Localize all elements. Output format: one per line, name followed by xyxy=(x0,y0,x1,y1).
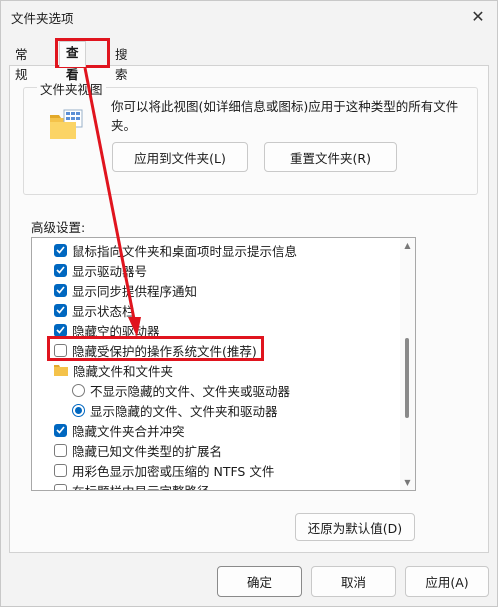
list-item-label: 隐藏文件夹合并冲突 xyxy=(72,423,185,439)
tab-general[interactable]: 常规 xyxy=(9,45,34,82)
list-item-label: 在标题栏中显示完整路径 xyxy=(72,483,210,491)
radio-unchecked-icon[interactable] xyxy=(72,383,85,397)
checkbox-checked-icon[interactable] xyxy=(54,263,67,277)
scroll-thumb[interactable] xyxy=(405,338,409,418)
ok-button[interactable]: 确定 xyxy=(217,566,302,597)
list-item-label: 隐藏文件和文件夹 xyxy=(73,363,174,379)
list-item-label: 不显示隐藏的文件、文件夹或驱动器 xyxy=(90,383,291,399)
cancel-button[interactable]: 取消 xyxy=(311,566,396,597)
list-item-sync-notifications[interactable]: 显示同步提供程序通知 xyxy=(54,280,415,300)
list-item-label: 显示状态栏 xyxy=(72,303,135,319)
checkbox-checked-icon[interactable] xyxy=(54,303,67,317)
apply-button[interactable]: 应用(A) xyxy=(405,566,489,597)
restore-defaults-button[interactable]: 还原为默认值(D) xyxy=(295,513,415,541)
list-item-hidden-files-group: 隐藏文件和文件夹 xyxy=(54,360,415,380)
list-item-dont-show-hidden[interactable]: 不显示隐藏的文件、文件夹或驱动器 xyxy=(72,380,415,400)
tab-view[interactable]: 查看 xyxy=(59,41,86,82)
list-item-label: 鼠标指向文件夹和桌面项时显示提示信息 xyxy=(72,243,298,259)
checkbox-unchecked-icon[interactable] xyxy=(54,463,67,477)
radio-checked-icon[interactable] xyxy=(72,403,85,417)
checkbox-checked-icon[interactable] xyxy=(54,243,67,257)
list-item-show-hidden[interactable]: 显示隐藏的文件、文件夹和驱动器 xyxy=(72,400,415,420)
list-item-color-ntfs[interactable]: 用彩色显示加密或压缩的 NTFS 文件 xyxy=(54,460,415,480)
list-item-show-tooltips[interactable]: 鼠标指向文件夹和桌面项时显示提示信息 xyxy=(54,240,415,260)
list-item-label: 隐藏已知文件类型的扩展名 xyxy=(72,443,223,459)
list-item-label: 显示驱动器号 xyxy=(72,263,148,279)
checkbox-checked-icon[interactable] xyxy=(54,283,67,297)
list-item-hide-merge-conflicts[interactable]: 隐藏文件夹合并冲突 xyxy=(54,420,415,440)
list-item-label: 用彩色显示加密或压缩的 NTFS 文件 xyxy=(72,463,275,479)
advanced-settings-list[interactable]: 鼠标指向文件夹和桌面项时显示提示信息 显示驱动器号 显示同步提供程序通知 显示状… xyxy=(31,237,416,491)
list-item-label: 显示隐藏的文件、文件夹和驱动器 xyxy=(90,403,278,419)
list-item-label: 显示同步提供程序通知 xyxy=(72,283,198,299)
folder-icon xyxy=(54,364,68,376)
advanced-settings-label: 高级设置: xyxy=(31,220,86,235)
folder-options-dialog: 文件夹选项 ✕ 常规 查看 搜索 文件夹视图 你可以将此视图(如详细信息或图标)… xyxy=(0,0,498,607)
checkbox-unchecked-icon[interactable] xyxy=(54,443,67,457)
window-title: 文件夹选项 xyxy=(11,11,74,26)
tab-search[interactable]: 搜索 xyxy=(109,45,134,82)
scroll-up-icon[interactable]: ▲ xyxy=(403,241,412,250)
title-bar: 文件夹选项 ✕ xyxy=(1,1,497,35)
apply-to-folders-button[interactable]: 应用到文件夹(L) xyxy=(112,142,248,172)
list-scrollbar[interactable]: ▲ ▼ xyxy=(400,238,415,490)
highlight-box-protected-files xyxy=(47,336,264,361)
scroll-down-icon[interactable]: ▼ xyxy=(403,478,412,487)
checkbox-unchecked-icon[interactable] xyxy=(54,483,67,490)
list-item-show-drive-letters[interactable]: 显示驱动器号 xyxy=(54,260,415,280)
folder-views-description: 你可以将此视图(如详细信息或图标)应用于这种类型的所有文件夹。 xyxy=(111,99,459,133)
checkbox-checked-icon[interactable] xyxy=(54,423,67,437)
list-item-hide-extensions[interactable]: 隐藏已知文件类型的扩展名 xyxy=(54,440,415,460)
list-item-full-path-title[interactable]: 在标题栏中显示完整路径 xyxy=(54,480,415,491)
checkbox-checked-icon[interactable] xyxy=(54,323,67,337)
folder-view-icon xyxy=(50,109,83,139)
list-item-show-status-bar[interactable]: 显示状态栏 xyxy=(54,300,415,320)
reset-folders-button[interactable]: 重置文件夹(R) xyxy=(264,142,397,172)
close-icon[interactable]: ✕ xyxy=(463,3,493,29)
